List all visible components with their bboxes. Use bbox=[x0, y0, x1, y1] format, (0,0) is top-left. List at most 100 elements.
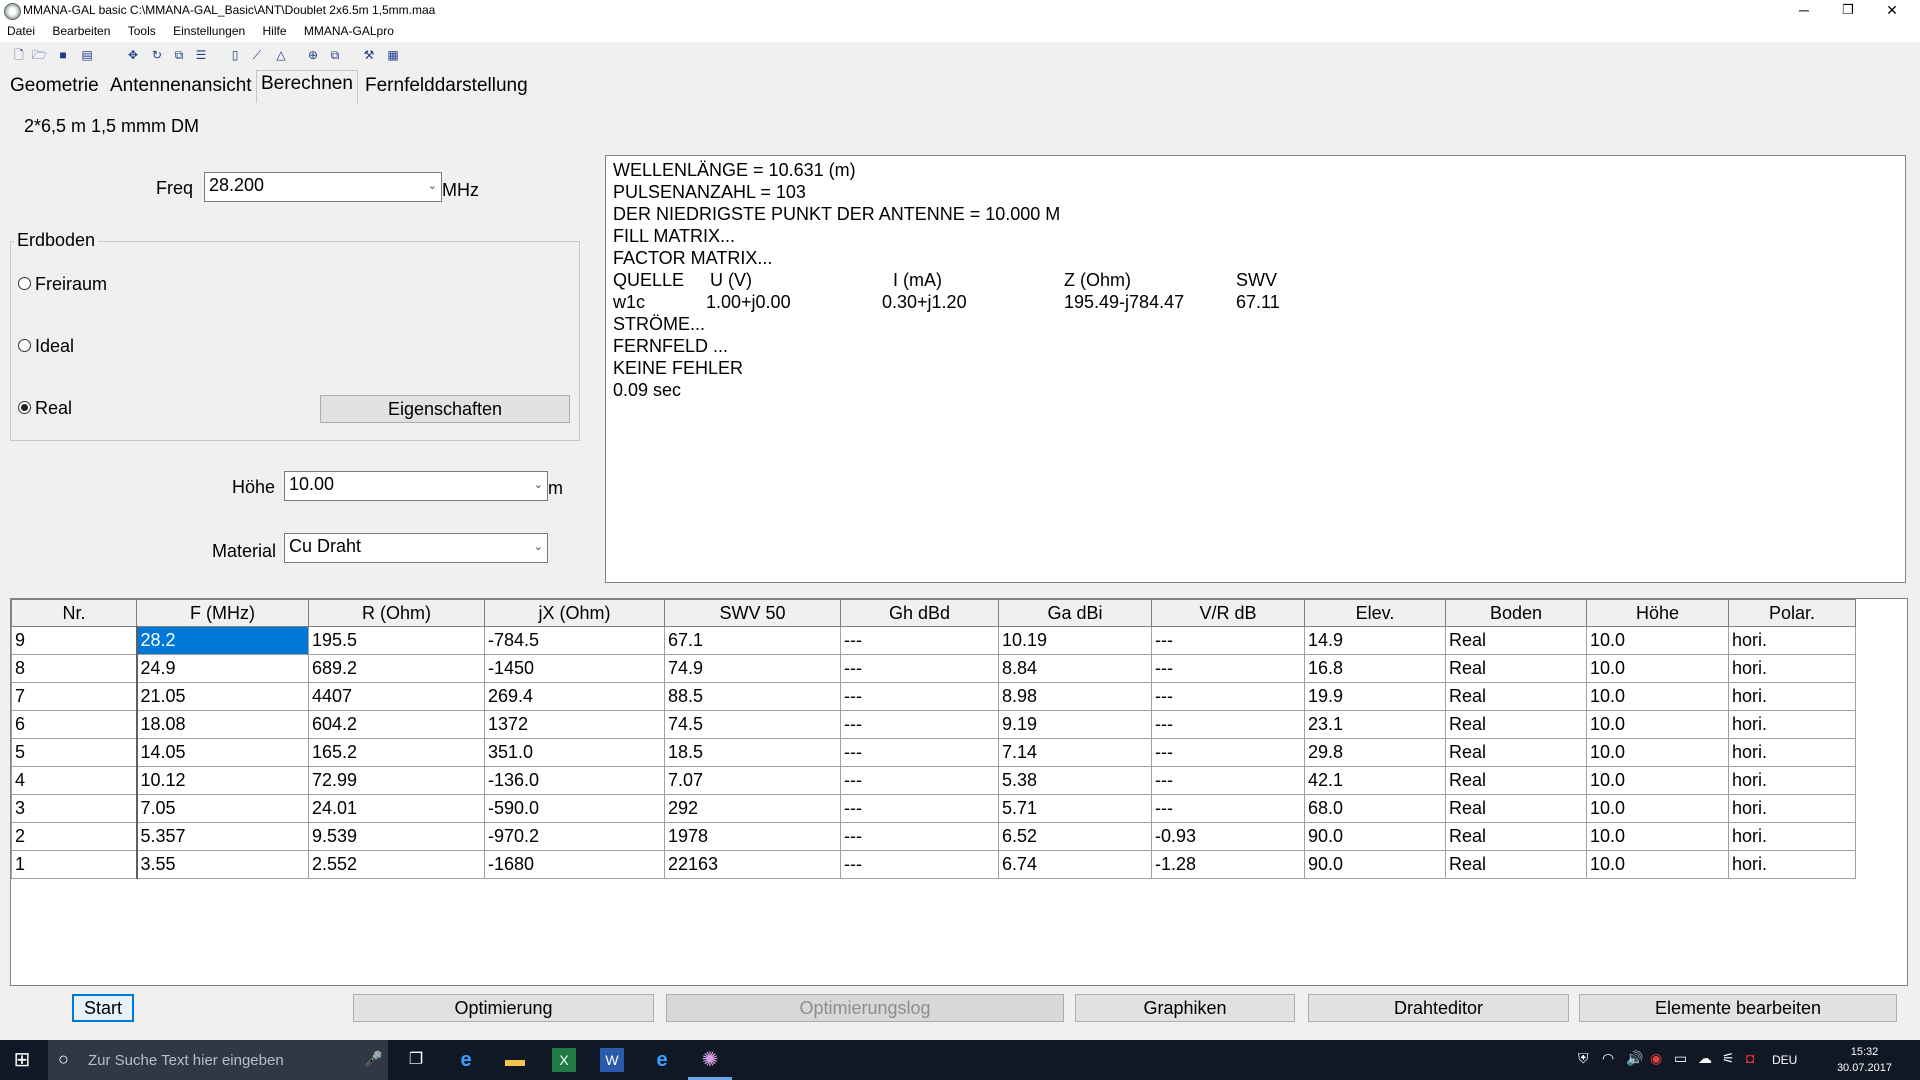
cell-freq[interactable]: 14.05 bbox=[136, 738, 309, 767]
cell-boden[interactable]: Real bbox=[1445, 710, 1587, 739]
restore-button[interactable]: ❐ bbox=[1826, 0, 1870, 22]
open-folder-icon[interactable]: 🗁 bbox=[32, 48, 47, 62]
cell-gh[interactable]: --- bbox=[840, 822, 999, 851]
radio-checked-icon[interactable] bbox=[18, 400, 31, 414]
cell-elev[interactable]: 42.1 bbox=[1304, 766, 1446, 795]
target-icon[interactable]: ⊕ bbox=[306, 48, 320, 62]
cell-polar[interactable]: hori. bbox=[1728, 738, 1856, 767]
chevron-down-icon[interactable]: ⌄ bbox=[534, 540, 543, 553]
cell-jx[interactable]: 269.4 bbox=[484, 682, 665, 711]
col-header-elev[interactable]: Elev. bbox=[1304, 599, 1446, 627]
cell-nr[interactable]: 3 bbox=[11, 794, 138, 823]
cell-freq[interactable]: 7.05 bbox=[136, 794, 309, 823]
cell-freq[interactable]: 21.05 bbox=[136, 682, 309, 711]
tab-berechnen[interactable]: Berechnen bbox=[256, 70, 358, 103]
cell-polar[interactable]: hori. bbox=[1728, 850, 1856, 879]
eigenschaften-button[interactable]: Eigenschaften bbox=[320, 395, 570, 423]
cell-r[interactable]: 195.5 bbox=[308, 626, 485, 655]
cell-nr[interactable]: 1 bbox=[11, 850, 138, 879]
cell-boden[interactable]: Real bbox=[1445, 682, 1587, 711]
volume-icon[interactable]: 🔊 bbox=[1626, 1050, 1643, 1067]
cell-elev[interactable]: 14.9 bbox=[1304, 626, 1446, 655]
mmana-app-icon[interactable]: ✺ bbox=[698, 1048, 722, 1072]
tab-fernfelddarstellung[interactable]: Fernfelddarstellung bbox=[361, 73, 532, 99]
windows-start-icon[interactable]: ⊞ bbox=[10, 1048, 34, 1072]
wifi-icon[interactable]: ⚟ bbox=[1722, 1050, 1735, 1067]
wire-icon[interactable]: ⟋ bbox=[250, 48, 264, 62]
cell-r[interactable]: 4407 bbox=[308, 682, 485, 711]
cell-vr[interactable]: --- bbox=[1151, 682, 1305, 711]
cell-vr[interactable]: --- bbox=[1151, 766, 1305, 795]
cell-ga[interactable]: 7.14 bbox=[998, 738, 1152, 767]
cell-jx[interactable]: 1372 bbox=[484, 710, 665, 739]
cell-swv[interactable]: 88.5 bbox=[664, 682, 841, 711]
cell-r[interactable]: 72.99 bbox=[308, 766, 485, 795]
cell-r[interactable]: 9.539 bbox=[308, 822, 485, 851]
word-icon[interactable]: W bbox=[600, 1048, 624, 1072]
cell-polar[interactable]: hori. bbox=[1728, 794, 1856, 823]
cell-freq[interactable]: 3.55 bbox=[136, 850, 309, 879]
copy-elements-icon[interactable]: ⧉ bbox=[172, 48, 186, 62]
graphiken-button[interactable]: Graphiken bbox=[1075, 994, 1295, 1022]
cell-polar[interactable]: hori. bbox=[1728, 710, 1856, 739]
col-header-jx[interactable]: jX (Ohm) bbox=[484, 599, 665, 627]
minimize-button[interactable]: ─ bbox=[1782, 0, 1826, 22]
shield-icon[interactable]: ⛨ bbox=[1578, 1050, 1589, 1067]
cell-freq[interactable]: 5.357 bbox=[136, 822, 309, 851]
radio-circle-icon[interactable] bbox=[18, 276, 31, 290]
cell-hoehe[interactable]: 10.0 bbox=[1586, 682, 1729, 711]
menu-tools[interactable]: Tools bbox=[121, 22, 163, 38]
cell-nr[interactable]: 5 bbox=[11, 738, 138, 767]
cell-gh[interactable]: --- bbox=[840, 654, 999, 683]
optimierung-button[interactable]: Optimierung bbox=[353, 994, 654, 1022]
internet-explorer-icon[interactable]: e bbox=[650, 1048, 674, 1072]
col-header-hoehe[interactable]: Höhe bbox=[1586, 599, 1729, 627]
cell-jx[interactable]: -1680 bbox=[484, 850, 665, 879]
excel-icon[interactable]: X bbox=[552, 1048, 576, 1072]
cell-swv[interactable]: 292 bbox=[664, 794, 841, 823]
cell-r[interactable]: 604.2 bbox=[308, 710, 485, 739]
cell-polar[interactable]: hori. bbox=[1728, 822, 1856, 851]
cell-nr[interactable]: 9 bbox=[11, 626, 138, 655]
taskbar-search[interactable]: ○ Zur Suche Text hier eingeben 🎤 bbox=[48, 1040, 388, 1080]
cell-swv[interactable]: 7.07 bbox=[664, 766, 841, 795]
cell-hoehe[interactable]: 10.0 bbox=[1586, 850, 1729, 879]
close-button[interactable]: ✕ bbox=[1870, 0, 1914, 22]
cell-ga[interactable]: 6.74 bbox=[998, 850, 1152, 879]
calculation-output[interactable]: WELLENLÄNGE = 10.631 (m) PULSENANZAHL = … bbox=[605, 155, 1906, 583]
cell-vr[interactable]: --- bbox=[1151, 654, 1305, 683]
cell-gh[interactable]: --- bbox=[840, 766, 999, 795]
cell-r[interactable]: 165.2 bbox=[308, 738, 485, 767]
cell-boden[interactable]: Real bbox=[1445, 794, 1587, 823]
menu-datei[interactable]: Datei bbox=[0, 22, 42, 38]
table-row[interactable]: 9 28.2 195.5 -784.5 67.1 --- 10.19 --- 14.9 Real 1… bbox=[11, 626, 1856, 655]
cell-jx[interactable]: -784.5 bbox=[484, 626, 665, 655]
cell-hoehe[interactable]: 10.0 bbox=[1586, 710, 1729, 739]
cell-elev[interactable]: 29.8 bbox=[1304, 738, 1446, 767]
radio-freiraum[interactable]: Freiraum bbox=[18, 274, 107, 295]
cell-jx[interactable]: -970.2 bbox=[484, 822, 665, 851]
cell-swv[interactable]: 67.1 bbox=[664, 626, 841, 655]
col-header-polar[interactable]: Polar. bbox=[1728, 599, 1856, 627]
cell-r[interactable]: 689.2 bbox=[308, 654, 485, 683]
cell-hoehe[interactable]: 10.0 bbox=[1586, 822, 1729, 851]
tab-geometrie[interactable]: Geometrie bbox=[6, 73, 103, 99]
menu-hilfe[interactable]: Hilfe bbox=[256, 22, 294, 38]
elemente-bearbeiten-button[interactable]: Elemente bearbeiten bbox=[1579, 994, 1897, 1022]
cell-freq[interactable]: 24.9 bbox=[136, 654, 309, 683]
cell-ga[interactable]: 6.52 bbox=[998, 822, 1152, 851]
cell-jx[interactable]: -1450 bbox=[484, 654, 665, 683]
cell-boden[interactable]: Real bbox=[1445, 766, 1587, 795]
network-icon[interactable]: ◠ bbox=[1602, 1050, 1614, 1067]
table-row[interactable]: 5 14.05 165.2 351.0 18.5 --- 7.14 --- 29.8 Real 10… bbox=[11, 738, 1856, 767]
col-header-boden[interactable]: Boden bbox=[1445, 599, 1587, 627]
col-header-freq[interactable]: F (MHz) bbox=[136, 599, 309, 627]
tab-antennenansicht[interactable]: Antennenansicht bbox=[106, 73, 256, 99]
table-row[interactable]: 1 3.55 2.552 -1680 22163 --- 6.74 -1.28 90.0 Real… bbox=[11, 850, 1856, 879]
cell-freq[interactable]: 18.08 bbox=[136, 710, 309, 739]
material-combo[interactable]: Cu Draht ⌄ bbox=[284, 533, 548, 563]
cloud-icon[interactable]: ☁ bbox=[1698, 1050, 1712, 1067]
app-icon[interactable] bbox=[4, 3, 21, 20]
cell-hoehe[interactable]: 10.0 bbox=[1586, 766, 1729, 795]
cell-ga[interactable]: 8.84 bbox=[998, 654, 1152, 683]
